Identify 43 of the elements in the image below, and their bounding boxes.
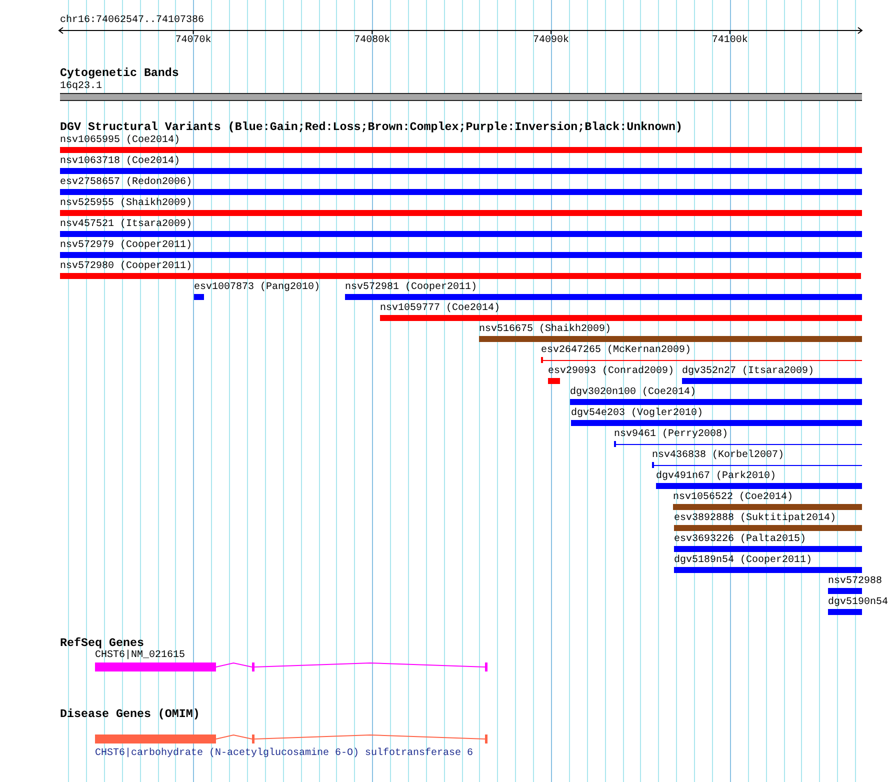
variant-label: esv1007873 (Pang2010) <box>194 281 320 294</box>
band-label: 16q23.1 <box>60 80 102 93</box>
variant-label: nsv525955 (Shaikh2009) <box>60 197 192 210</box>
variant-label: nsv436838 (Korbel2007) <box>652 449 784 462</box>
variant-label: nsv516675 (Shaikh2009) <box>479 323 612 336</box>
variant-label: nsv457521 (Itsara2009) <box>60 218 192 231</box>
track-title: Cytogenetic Bands <box>60 67 179 80</box>
exon-block <box>252 734 254 743</box>
variant-label: dgv491n67 (Park2010) <box>656 470 776 483</box>
variant-label: nsv1056522 (Coe2014) <box>673 491 794 504</box>
variant-label: nsv9461 (Perry2008) <box>614 428 728 441</box>
variant-label: dgv3020n100 (Coe2014) <box>570 386 696 399</box>
gene-label: CHST6|NM_021615 <box>95 649 186 662</box>
scale-tick-label: 74100k <box>712 34 748 47</box>
variant-label: dgv5189n54 (Cooper2011) <box>674 554 812 567</box>
scale-tick-label: 74080k <box>354 34 390 47</box>
variant-label: nsv572980 (Cooper2011) <box>60 260 192 273</box>
intron-line <box>216 734 252 739</box>
intron-line <box>216 662 252 668</box>
track-title: RefSeq Genes <box>60 637 144 649</box>
track-title: DGV Structural Variants (Blue:Gain;Red:Loss;Brown:Complex;Purple:Inversion;Black:Unknown) <box>60 121 683 134</box>
variant-label: dgv54e203 (Vogler2010) <box>571 407 704 420</box>
variant-label: dgv352n27 (Itsara2009) <box>682 365 814 378</box>
variant-label: nsv1063718 (Coe2014) <box>60 155 180 168</box>
track-title: Disease Genes (OMIM) <box>60 708 200 720</box>
variant-label: esv2758657 (Redon2006) <box>60 176 192 189</box>
region-label: chr16:74062547..74107386 <box>60 14 204 27</box>
variant-label: esv3892888 (Suktitipat2014) <box>674 512 836 525</box>
exon-block <box>485 662 488 672</box>
variant-label: esv3693226 (Palta2015) <box>674 533 806 546</box>
variant-label: nsv572988 <box>828 575 882 588</box>
variant-label: esv29093 (Conrad2009) <box>548 365 674 378</box>
variant-label: dgv5190n54 <box>828 596 888 609</box>
scale-tick-label: 74090k <box>533 34 570 47</box>
variant-label: nsv572981 (Cooper2011) <box>345 281 478 294</box>
gene-description: CHST6|carbohydrate (N-acetylglucosamine 6-O) sulfotransferase 6 <box>95 746 474 760</box>
exon-block <box>252 662 254 672</box>
variant-label: esv2647265 (McKernan2009) <box>541 344 692 357</box>
variant-label: nsv572979 (Cooper2011) <box>60 239 192 252</box>
variant-label: nsv1059777 (Coe2014) <box>380 302 500 315</box>
variant-label: nsv1065995 (Coe2014) <box>60 134 180 147</box>
exon-block <box>485 734 488 743</box>
scale-tick-label: 74070k <box>175 34 212 47</box>
